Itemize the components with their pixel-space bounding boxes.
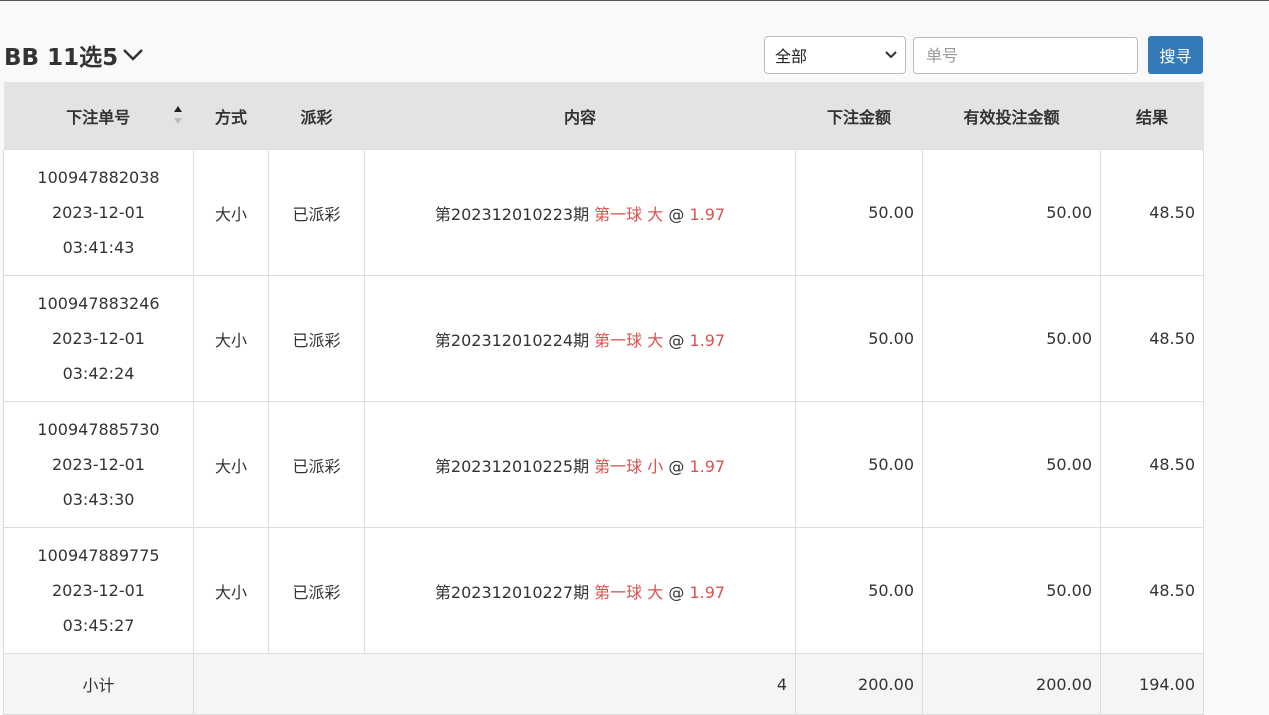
sort-icon[interactable] xyxy=(173,105,183,125)
page-title: BB 11选5 xyxy=(4,45,119,71)
at-sign: @ xyxy=(668,330,685,350)
order-date: 2023-12-01 xyxy=(52,455,145,474)
subtotal-row: 小计 4 200.00 200.00 194.00 xyxy=(3,653,1204,715)
period: 第202312010224期 xyxy=(434,330,590,350)
valid-amount-cell: 50.00 xyxy=(922,527,1101,654)
order-cell: 100947883246 2023-12-01 03:42:24 xyxy=(3,275,194,402)
table-header-row: 下注单号 方式 派彩 内容 下注金额 有效投注金额 结果 xyxy=(3,82,1204,150)
payout-cell: 已派彩 xyxy=(268,275,365,402)
column-header-result: 结果 xyxy=(1100,82,1204,150)
order-date: 2023-12-01 xyxy=(52,581,145,600)
status-filter-select[interactable]: 全部 xyxy=(764,36,906,74)
amount-cell: 50.00 xyxy=(795,149,923,276)
table-row: 100947885730 2023-12-01 03:43:30 大小 已派彩 … xyxy=(3,401,1204,528)
at-sign: @ xyxy=(668,582,685,602)
order-id: 100947883246 xyxy=(37,294,160,313)
content-cell: 第202312010224期 第一球 大 @ 1.97 xyxy=(364,275,796,402)
subtotal-amount: 200.00 xyxy=(795,653,923,715)
result-cell: 48.50 xyxy=(1100,401,1204,528)
column-header-payout: 派彩 xyxy=(268,82,365,150)
at-sign: @ xyxy=(668,456,685,476)
amount-cell: 50.00 xyxy=(795,527,923,654)
game-selector[interactable]: BB 11选5 xyxy=(4,38,144,72)
status-filter-value: 全部 xyxy=(775,47,808,66)
order-time: 03:42:24 xyxy=(62,364,135,383)
payout-cell: 已派彩 xyxy=(268,401,365,528)
order-number-input[interactable] xyxy=(913,37,1138,74)
column-header-bet-amount: 下注金额 xyxy=(795,82,923,150)
method-cell: 大小 xyxy=(193,275,269,402)
search-button[interactable]: 搜寻 xyxy=(1148,36,1203,74)
content-cell: 第202312010225期 第一球 小 @ 1.97 xyxy=(364,401,796,528)
bet-selection: 第一球 小 xyxy=(594,456,664,476)
at-sign: @ xyxy=(668,204,685,224)
method-cell: 大小 xyxy=(193,149,269,276)
odds: 1.97 xyxy=(689,204,726,224)
method-cell: 大小 xyxy=(193,401,269,528)
table-row: 100947882038 2023-12-01 03:41:43 大小 已派彩 … xyxy=(3,149,1204,276)
bet-selection: 第一球 大 xyxy=(594,582,664,602)
subtotal-valid-amount: 200.00 xyxy=(922,653,1101,715)
column-header-valid-amount: 有效投注金额 xyxy=(922,82,1101,150)
order-date: 2023-12-01 xyxy=(52,203,145,222)
order-id: 100947885730 xyxy=(37,420,160,439)
valid-amount-cell: 50.00 xyxy=(922,275,1101,402)
amount-cell: 50.00 xyxy=(795,401,923,528)
bet-records-table: 下注单号 方式 派彩 内容 下注金额 有效投注金额 结果 10094788203… xyxy=(3,82,1204,715)
period: 第202312010227期 xyxy=(434,582,590,602)
period: 第202312010223期 xyxy=(434,204,590,224)
column-header-content: 内容 xyxy=(364,82,796,150)
order-cell: 100947885730 2023-12-01 03:43:30 xyxy=(3,401,194,528)
result-cell: 48.50 xyxy=(1100,275,1204,402)
select-arrow-icon xyxy=(885,51,897,59)
result-cell: 48.50 xyxy=(1100,149,1204,276)
table-row: 100947889775 2023-12-01 03:45:27 大小 已派彩 … xyxy=(3,527,1204,654)
order-time: 03:43:30 xyxy=(62,490,135,509)
odds: 1.97 xyxy=(689,582,726,602)
subtotal-count: 4 xyxy=(193,653,796,715)
order-time: 03:41:43 xyxy=(62,238,135,257)
table-row: 100947883246 2023-12-01 03:42:24 大小 已派彩 … xyxy=(3,275,1204,402)
order-date: 2023-12-01 xyxy=(52,329,145,348)
column-header-order-number[interactable]: 下注单号 xyxy=(3,82,194,150)
order-time: 03:45:27 xyxy=(62,616,135,635)
period: 第202312010225期 xyxy=(434,456,590,476)
column-header-method: 方式 xyxy=(193,82,269,150)
payout-cell: 已派彩 xyxy=(268,149,365,276)
order-id: 100947882038 xyxy=(37,168,160,187)
valid-amount-cell: 50.00 xyxy=(922,149,1101,276)
chevron-down-icon xyxy=(123,49,143,61)
bet-selection: 第一球 大 xyxy=(594,204,664,224)
order-id: 100947889775 xyxy=(37,546,160,565)
bet-selection: 第一球 大 xyxy=(594,330,664,350)
method-cell: 大小 xyxy=(193,527,269,654)
amount-cell: 50.00 xyxy=(795,275,923,402)
odds: 1.97 xyxy=(689,330,726,350)
order-cell: 100947889775 2023-12-01 03:45:27 xyxy=(3,527,194,654)
content-cell: 第202312010223期 第一球 大 @ 1.97 xyxy=(364,149,796,276)
order-cell: 100947882038 2023-12-01 03:41:43 xyxy=(3,149,194,276)
content-cell: 第202312010227期 第一球 大 @ 1.97 xyxy=(364,527,796,654)
top-border xyxy=(0,0,1269,1)
valid-amount-cell: 50.00 xyxy=(922,401,1101,528)
subtotal-label: 小计 xyxy=(3,653,194,715)
result-cell: 48.50 xyxy=(1100,527,1204,654)
odds: 1.97 xyxy=(689,456,726,476)
payout-cell: 已派彩 xyxy=(268,527,365,654)
subtotal-result: 194.00 xyxy=(1100,653,1204,715)
